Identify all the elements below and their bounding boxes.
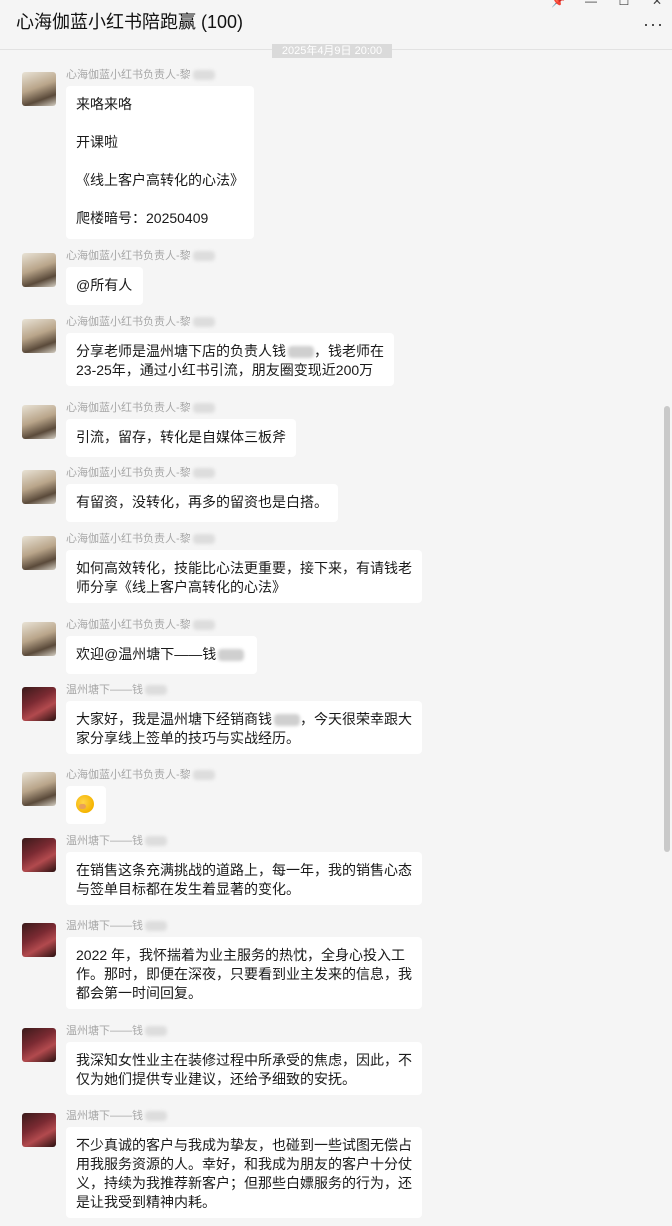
message-bubble[interactable]: 有留资，没转化，再多的留资也是白搭。 (66, 484, 338, 522)
message-bubble[interactable]: 我深知女性业主在装修过程中所承受的焦虑，因此，不 仅为她们提供专业建议，还给予细… (66, 1042, 422, 1095)
message-bubble[interactable]: 在销售这条充满挑战的道路上，每一年，我的销售心态 与签单目标都在发生着显著的变化… (66, 852, 422, 905)
message-text: 如何高效转化，技能比心法更重要，接下来，有请钱老 (76, 560, 412, 576)
message-text: 在销售这条充满挑战的道路上，每一年，我的销售心态 (76, 862, 412, 878)
message-text: 都会第一时间回复。 (76, 985, 202, 1001)
message-bubble[interactable]: @所有人 (66, 267, 143, 305)
sender-name: 温州塘下——钱 (66, 681, 167, 697)
sender-name: 心海伽蓝小红书负责人-黎 (66, 66, 215, 82)
message-bubble[interactable]: 2022 年，我怀揣着为业主服务的热忱，全身心投入工 作。那时，即便在深夜，只要… (66, 937, 422, 1009)
avatar[interactable] (22, 923, 56, 957)
message-text: 师分享《线上客户高转化的心法》 (76, 579, 286, 595)
sender-name: 心海伽蓝小红书负责人-黎 (66, 247, 215, 263)
message-text: 义，持续为我推荐新客户；但那些白嫖服务的行为，还 (76, 1175, 412, 1191)
avatar[interactable] (22, 687, 56, 721)
avatar[interactable] (22, 72, 56, 106)
avatar[interactable] (22, 838, 56, 872)
message-bubble[interactable]: 分享老师是温州塘下店的负责人钱 ，钱老师在 23-25年，通过小红书引流，朋友圈变… (66, 333, 394, 386)
message-text: 大家好，我是温州塘下经销商钱 ，今天很荣幸跟大 (76, 711, 412, 727)
message-bubble[interactable]: 来咯来咯 开课啦 《线上客户高转化的心法》 爬楼暗号：20250409 (66, 86, 254, 239)
sender-name: 心海伽蓝小红书负责人-黎 (66, 399, 215, 415)
message-bubble[interactable]: 引流，留存，转化是自媒体三板斧 (66, 419, 296, 457)
sender-name: 心海伽蓝小红书负责人-黎 (66, 616, 215, 632)
message-text: 分享老师是温州塘下店的负责人钱 ，钱老师在 (76, 343, 384, 359)
message-text: 有留资，没转化，再多的留资也是白搭。 (76, 494, 328, 510)
message-text: 用我服务资源的人。幸好，和我成为朋友的客户十分仗 (76, 1156, 412, 1172)
minimize-icon[interactable]: — (584, 0, 598, 8)
sender-name: 温州塘下——钱 (66, 1107, 167, 1123)
message-bubble[interactable] (66, 786, 106, 824)
message-text: 与签单目标都在发生着显著的变化。 (76, 881, 300, 897)
message-text: 仅为她们提供专业建议，还给予细致的安抚。 (76, 1071, 356, 1087)
avatar[interactable] (22, 319, 56, 353)
message-text: 不少真诚的客户与我成为挚友，也碰到一些试图无偿占 (76, 1137, 412, 1153)
sender-name: 心海伽蓝小红书负责人-黎 (66, 530, 215, 546)
message-text: 家分享线上签单的技巧与实战经历。 (76, 730, 300, 746)
message-bubble[interactable]: 大家好，我是温州塘下经销商钱 ，今天很荣幸跟大 家分享线上签单的技巧与实战经历。 (66, 701, 422, 754)
avatar[interactable] (22, 1113, 56, 1147)
message-text: 欢迎@温州塘下——钱 (76, 645, 247, 664)
avatar[interactable] (22, 1028, 56, 1062)
sender-name: 温州塘下——钱 (66, 1022, 167, 1038)
message-text: @所有人 (76, 277, 133, 293)
message-text: 是让我受到精神内耗。 (76, 1194, 216, 1210)
chat-message-list[interactable]: 心海伽蓝小红书负责人-黎 来咯来咯 开课啦 《线上客户高转化的心法》 爬楼暗号：… (0, 50, 662, 1226)
sender-name: 温州塘下——钱 (66, 832, 167, 848)
message-text: 引流，留存，转化是自媒体三板斧 (76, 429, 286, 445)
message-bubble[interactable]: 如何高效转化，技能比心法更重要，接下来，有请钱老 师分享《线上客户高转化的心法》 (66, 550, 422, 603)
message-text: 开课啦 (76, 134, 118, 150)
message-text: 爬楼暗号：20250409 (76, 210, 209, 226)
avatar[interactable] (22, 772, 56, 806)
avatar[interactable] (22, 536, 56, 570)
scrollbar-thumb[interactable] (664, 406, 670, 852)
avatar[interactable] (22, 622, 56, 656)
sender-name: 温州塘下——钱 (66, 917, 167, 933)
maximize-icon[interactable]: ☐ (617, 0, 631, 8)
smile-emoji-icon (76, 795, 94, 813)
sender-name: 心海伽蓝小红书负责人-黎 (66, 313, 215, 329)
avatar[interactable] (22, 470, 56, 504)
title-bar: 心海伽蓝小红书陪跑赢 (100) 📌 — ☐ ✕ ··· (0, 0, 672, 50)
avatar[interactable] (22, 405, 56, 439)
message-bubble[interactable]: 欢迎@温州塘下——钱 (66, 636, 257, 674)
message-text: 2022 年，我怀揣着为业主服务的热忱，全身心投入工 (76, 947, 406, 963)
message-text: 我深知女性业主在装修过程中所承受的焦虑，因此，不 (76, 1052, 412, 1068)
chat-title: 心海伽蓝小红书陪跑赢 (100) (16, 12, 244, 32)
message-text: 23-25年，通过小红书引流，朋友圈变现近200万 (76, 362, 374, 378)
close-icon[interactable]: ✕ (650, 0, 664, 8)
avatar[interactable] (22, 253, 56, 287)
message-text: 《线上客户高转化的心法》 (76, 172, 244, 188)
message-text: 来咯来咯 (76, 96, 132, 112)
message-bubble[interactable]: 不少真诚的客户与我成为挚友，也碰到一些试图无偿占 用我服务资源的人。幸好，和我成… (66, 1127, 422, 1218)
message-text: 作。那时，即便在深夜，只要看到业主发来的信息，我 (76, 966, 412, 982)
sender-name: 心海伽蓝小红书负责人-黎 (66, 766, 215, 782)
pin-icon[interactable]: 📌 (551, 0, 566, 8)
more-options-button[interactable]: ··· (643, 14, 664, 35)
sender-name: 心海伽蓝小红书负责人-黎 (66, 464, 215, 480)
